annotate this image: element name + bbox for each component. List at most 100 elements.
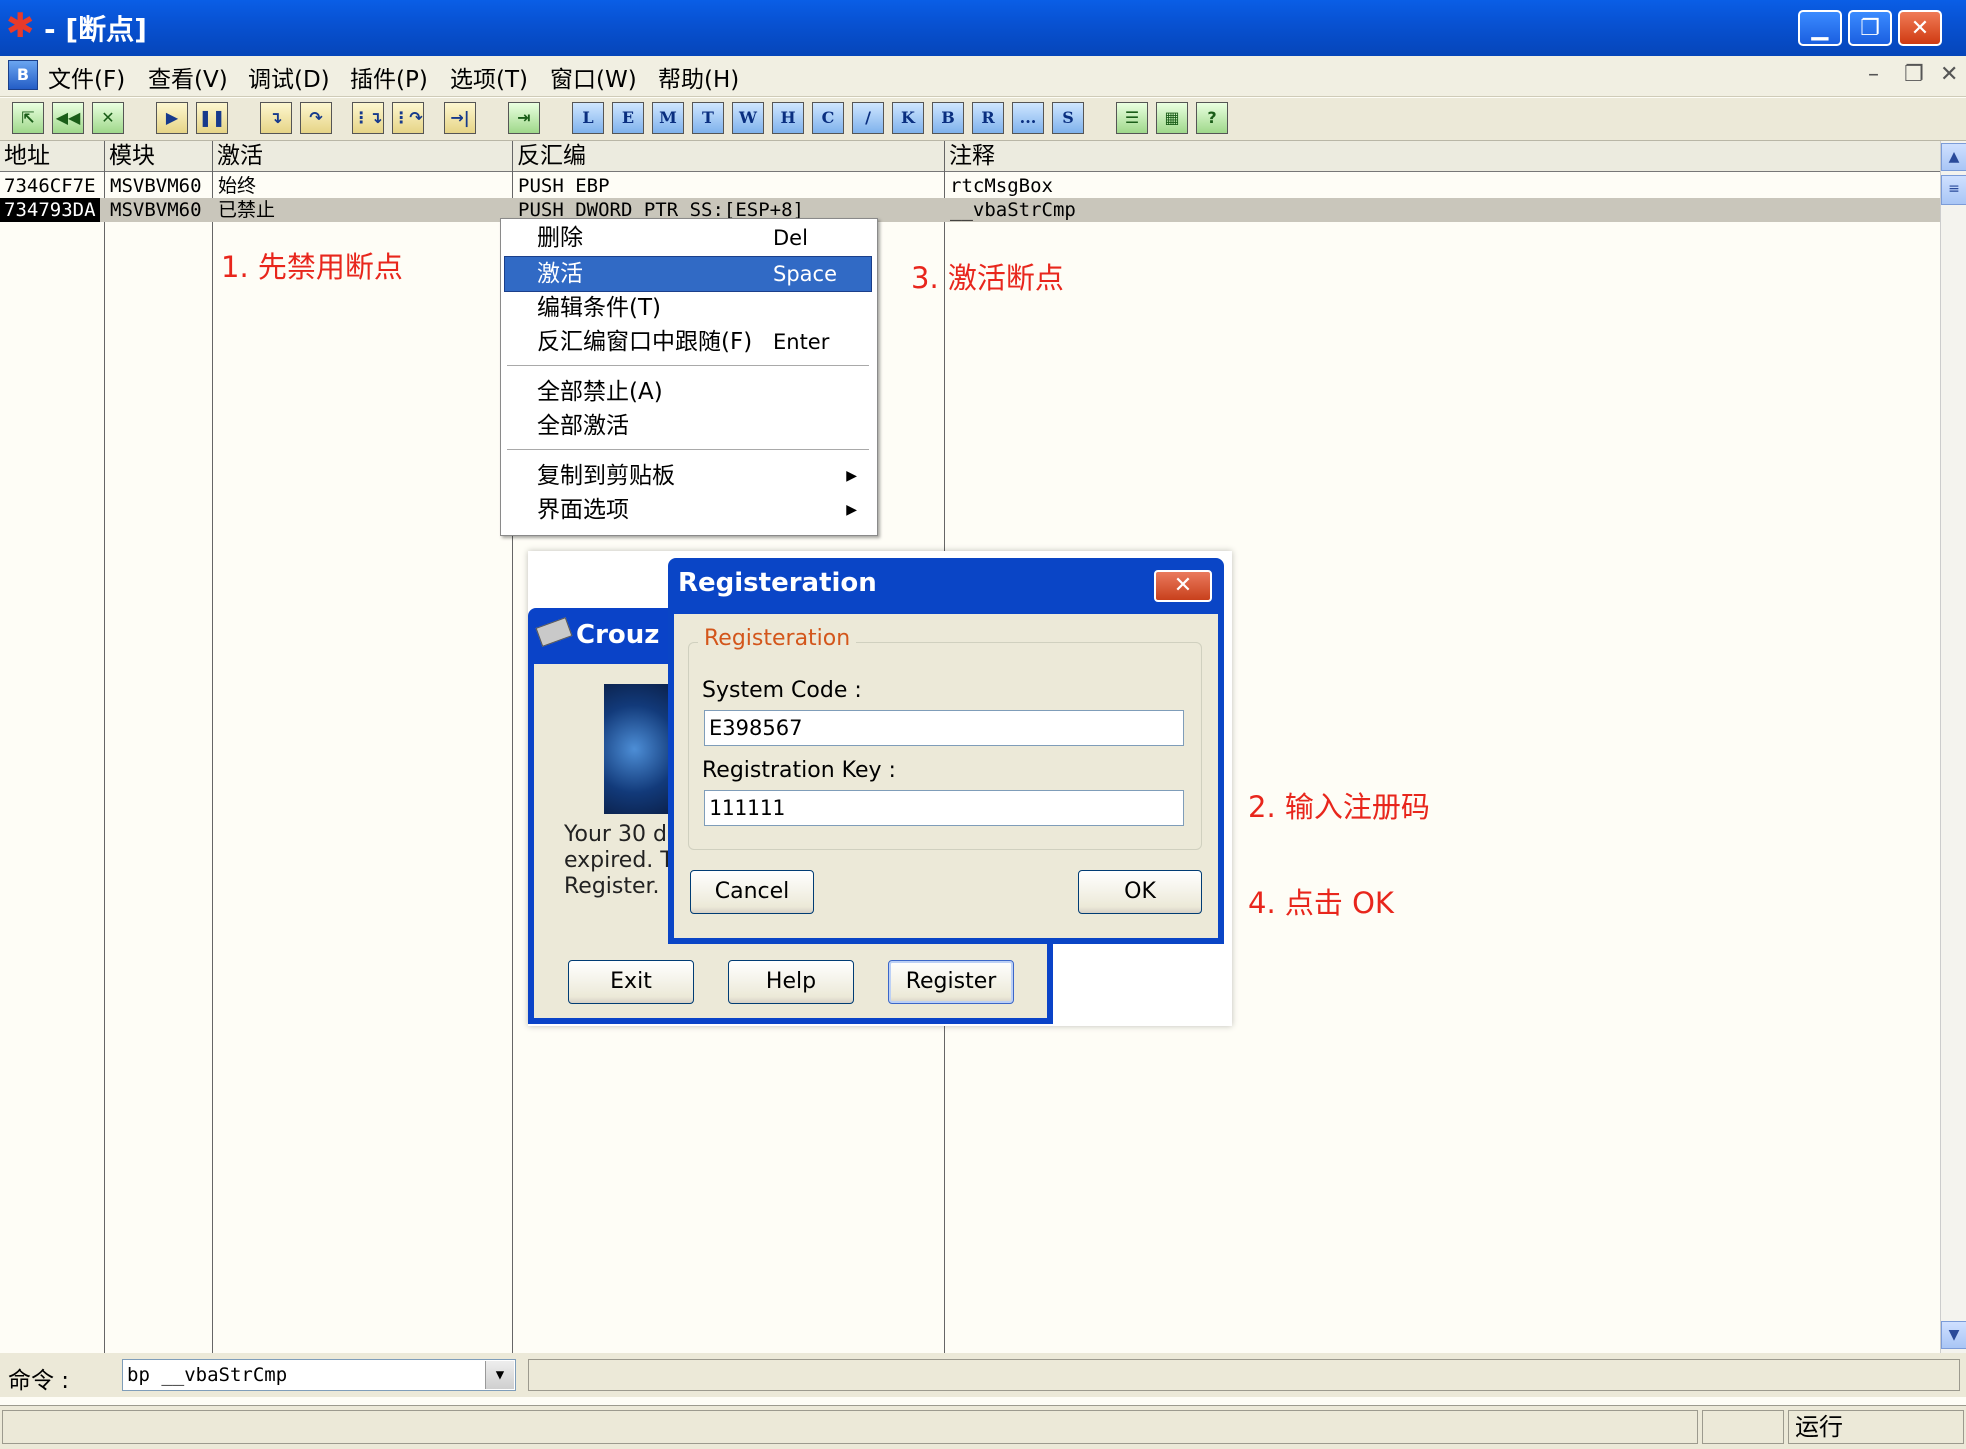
status-state: 运行	[1788, 1410, 1964, 1444]
close-program-icon[interactable]: ✕	[92, 102, 124, 134]
help-button[interactable]: Help	[728, 960, 854, 1004]
app-chip-icon	[535, 617, 573, 647]
close-button[interactable]: ✕	[1898, 10, 1942, 46]
col-divider	[212, 171, 213, 1353]
command-output	[528, 1359, 1960, 1391]
menu-separator	[507, 365, 869, 366]
command-input[interactable]: bp __vbaStrCmp ▼	[122, 1359, 516, 1391]
menu-item-disable-all[interactable]: 全部禁止(A)	[505, 375, 871, 409]
menu-item-copy-clipboard[interactable]: 复制到剪贴板 ▶	[505, 459, 871, 493]
log-window-icon[interactable]: L	[572, 102, 604, 134]
cell-comment: rtcMsgBox	[950, 175, 1053, 197]
executable-modules-icon[interactable]: E	[612, 102, 644, 134]
menu-file[interactable]: 文件(F)	[48, 60, 125, 94]
annotation-step1: 1. 先禁用断点	[221, 250, 403, 284]
ok-button[interactable]: OK	[1078, 870, 1202, 914]
menu-item-activate-all[interactable]: 全部激活	[505, 409, 871, 443]
menu-help[interactable]: 帮助(H)	[658, 60, 739, 94]
cell-disasm: PUSH EBP	[518, 175, 610, 197]
menu-debug[interactable]: 调试(D)	[248, 60, 330, 94]
menu-options[interactable]: 选项(T)	[450, 60, 528, 94]
dialog-body: Registeration System Code : E398567 Regi…	[674, 614, 1218, 938]
menu-plugins[interactable]: 插件(P)	[350, 60, 428, 94]
minimize-button[interactable]: ▁	[1798, 10, 1842, 46]
menu-item-activate[interactable]: 激活 Space	[504, 256, 872, 292]
menu-view[interactable]: 查看(V)	[148, 60, 228, 94]
mdi-doc-icon[interactable]: B	[8, 60, 38, 90]
chevron-down-icon[interactable]: ▼	[485, 1361, 514, 1389]
registeration-dialog: Registeration ✕ Registeration System Cod…	[668, 558, 1224, 944]
command-bar: 命令 : bp __vbaStrCmp ▼	[0, 1353, 1966, 1397]
cell-comment: __vbaStrCmp	[950, 199, 1076, 221]
help-icon[interactable]: ?	[1196, 102, 1228, 134]
source-icon[interactable]: S	[1052, 102, 1084, 134]
table-row[interactable]: 7346CF7E MSVBVM60 始终 PUSH EBP rtcMsgBox	[0, 174, 1940, 198]
dialog-title: Registeration	[678, 568, 877, 598]
dialog-close-button[interactable]: ✕	[1154, 570, 1212, 602]
threads-icon[interactable]: T	[692, 102, 724, 134]
submenu-arrow-icon: ▶	[846, 502, 857, 518]
registration-key-field[interactable]: 111111	[704, 790, 1184, 826]
step-into-icon[interactable]: ↴	[260, 102, 292, 134]
patches-icon[interactable]: /	[852, 102, 884, 134]
table-row-selected[interactable]: 734793DA MSVBVM60 已禁止 PUSH DWORD PTR SS:…	[0, 198, 1940, 222]
execute-till-return-icon[interactable]: →|	[444, 102, 476, 134]
windows-icon[interactable]: W	[732, 102, 764, 134]
cell-active: 始终	[218, 175, 257, 197]
trace-into-icon[interactable]: ⋮↴	[352, 102, 384, 134]
goto-icon[interactable]: ⇥	[508, 102, 540, 134]
menu-item-interface-options[interactable]: 界面选项 ▶	[505, 493, 871, 527]
grid-icon[interactable]: ▦	[1156, 102, 1188, 134]
menu-window[interactable]: 窗口(W)	[550, 60, 637, 94]
vertical-scrollbar[interactable]: ▲ ≡ ▼	[1940, 141, 1966, 1353]
toolbar: ⇱ ◀◀ ✕ ▶ ❚❚ ↴ ↷ ⋮↴ ⋮↷ →| ⇥ L E M T W H C…	[0, 98, 1966, 141]
call-stack-icon[interactable]: K	[892, 102, 924, 134]
scroll-thumb[interactable]: ≡	[1941, 175, 1966, 205]
col-disassembly[interactable]: 反汇编	[513, 141, 945, 171]
mdi-minimize-button[interactable]: –	[1868, 62, 1879, 87]
menu-item-delete[interactable]: 删除 Del	[505, 221, 871, 255]
title-bar[interactable]: ✱ - [断点] ▁ ❐ ✕	[0, 0, 1966, 56]
memory-map-icon[interactable]: M	[652, 102, 684, 134]
col-comment[interactable]: 注释	[945, 141, 1940, 171]
menu-item-follow-disasm[interactable]: 反汇编窗口中跟随(F) Enter	[505, 325, 871, 359]
annotation-step3: 3. 激活断点	[911, 261, 1064, 295]
maximize-button[interactable]: ❐	[1848, 10, 1892, 46]
cell-module: MSVBVM60	[110, 199, 202, 221]
cell-address: 7346CF7E	[4, 175, 96, 197]
references-icon[interactable]: R	[972, 102, 1004, 134]
cell-address: 734793DA	[0, 198, 100, 222]
open-icon[interactable]: ⇱	[12, 102, 44, 134]
mdi-restore-button[interactable]: ❐	[1904, 62, 1924, 87]
cancel-button[interactable]: Cancel	[690, 870, 814, 914]
col-address[interactable]: 地址	[0, 141, 105, 171]
pause-icon[interactable]: ❚❚	[196, 102, 228, 134]
handles-icon[interactable]: H	[772, 102, 804, 134]
context-menu: 删除 Del 激活 Space 编辑条件(T) 反汇编窗口中跟随(F) Ente…	[500, 218, 878, 536]
system-code-field[interactable]: E398567	[704, 710, 1184, 746]
menu-item-edit-condition[interactable]: 编辑条件(T)	[505, 291, 871, 325]
cpu-icon[interactable]: C	[812, 102, 844, 134]
run-icon[interactable]: ▶	[156, 102, 188, 134]
col-module[interactable]: 模块	[105, 141, 213, 171]
system-code-label: System Code :	[702, 678, 862, 703]
scroll-up-icon[interactable]: ▲	[1941, 143, 1966, 171]
breakpoints-icon[interactable]: B	[932, 102, 964, 134]
register-button[interactable]: Register	[888, 960, 1014, 1004]
trace-over-icon[interactable]: ⋮↷	[392, 102, 424, 134]
scroll-down-icon[interactable]: ▼	[1941, 1321, 1966, 1349]
annotation-step4: 4. 点击 OK	[1248, 886, 1394, 920]
menu-bar: B 文件(F) 查看(V) 调试(D) 插件(P) 选项(T) 窗口(W) 帮助…	[0, 56, 1966, 97]
step-over-icon[interactable]: ↷	[300, 102, 332, 134]
list-icon[interactable]: ☰	[1116, 102, 1148, 134]
submenu-arrow-icon: ▶	[846, 468, 857, 484]
menu-separator	[507, 449, 869, 450]
run-trace-icon[interactable]: ...	[1012, 102, 1044, 134]
restart-icon[interactable]: ◀◀	[52, 102, 84, 134]
exit-button[interactable]: Exit	[568, 960, 694, 1004]
breakpoints-header: 地址 模块 激活 反汇编 注释	[0, 141, 1940, 172]
mdi-close-button[interactable]: ✕	[1940, 62, 1958, 87]
status-pane	[1702, 1410, 1784, 1444]
status-message	[2, 1410, 1698, 1444]
col-active[interactable]: 激活	[213, 141, 513, 171]
